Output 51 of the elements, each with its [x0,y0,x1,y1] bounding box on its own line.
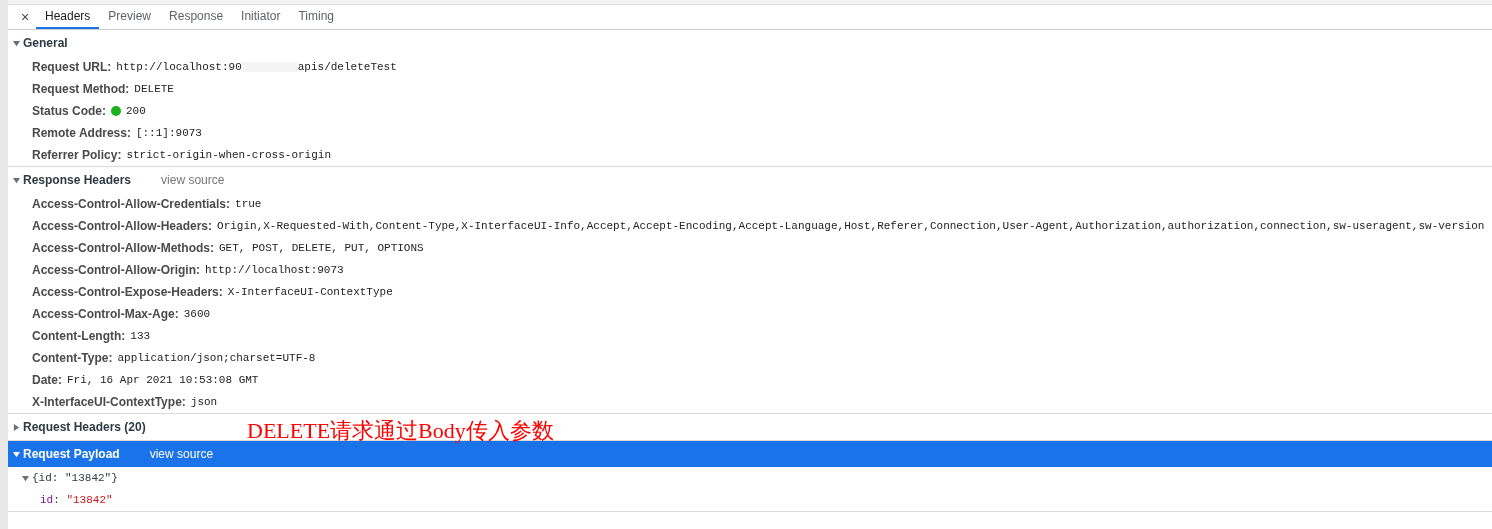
expanded-triangle-icon [13,176,20,184]
header-name: Content-Type: [32,350,113,367]
header-value: apis/deleteTest [297,59,397,75]
header-value: X-InterfaceUI-ContextType [227,284,393,300]
header-value: true [235,196,262,212]
header-name: Access-Control-Max-Age: [32,306,179,323]
header-value: Origin,X-Requested-With,Content-Type,X-InterfaceUI-Info,Accept,Accept-Encoding,Accept-Language,Host,Referer,Connection,User-Agent,Authorization,authorization,connection,sw-useragent,sw-version [217,218,1485,234]
header-name: Remote Address: [32,125,131,142]
tab[interactable]: Timing [289,5,343,29]
header-value: 3600 [183,306,211,322]
header-name: Status Code: [32,103,106,120]
header-name: Access-Control-Allow-Origin: [32,262,200,279]
header-name: Referrer Policy: [32,147,122,164]
header-name: Access-Control-Allow-Methods: [32,240,214,257]
header-value: application/json;charset=UTF-8 [117,350,316,366]
section-title[interactable]: General [23,34,68,52]
tab[interactable]: Headers [36,5,100,29]
header-value: json [190,394,218,410]
header-value: GET, POST, DELETE, PUT, OPTIONS [219,240,424,256]
header-name: Access-Control-Allow-Headers: [32,218,213,235]
header-name: Request Method: [32,81,130,98]
expanded-triangle-icon [13,450,20,458]
header-value: 200 [126,103,146,119]
view-source-link[interactable]: view source [149,445,214,463]
tab[interactable]: Response [160,5,233,29]
expanded-triangle-icon[interactable] [22,474,29,482]
header-value: Fri, 16 Apr 2021 10:53:08 GMT [67,372,259,388]
section-title[interactable]: Response Headers [23,171,132,189]
object-summary: {id: "13842"} [32,470,118,486]
close-button[interactable]: × [14,5,36,29]
property-key: id [40,491,54,509]
tab[interactable]: Initiator [232,5,290,29]
header-value: 133 [130,328,151,344]
property-value: "13842" [66,492,113,508]
collapsed-triangle-icon [13,423,20,431]
property-separator: : [53,492,60,508]
header-value: http://localhost:9073 [205,262,344,278]
header-name: X-InterfaceUI-ContextType: [32,394,186,411]
expanded-triangle-icon [13,39,20,47]
tab[interactable]: Preview [99,5,161,29]
view-source-link[interactable]: view source [161,171,225,189]
header-name: Access-Control-Expose-Headers: [32,284,223,301]
header-value: strict-origin-when-cross-origin [126,147,331,163]
header-name: Content-Length: [32,328,126,345]
header-value: http://localhost:90 [116,59,242,75]
header-name: Request URL: [32,59,112,76]
section-title[interactable]: Request Headers (20) [23,418,146,436]
header-value: DELETE [134,81,174,97]
header-name: Access-Control-Allow-Credentials: [32,196,231,213]
header-name: Date: [32,372,62,389]
header-value: [::1]:9073 [135,125,202,141]
